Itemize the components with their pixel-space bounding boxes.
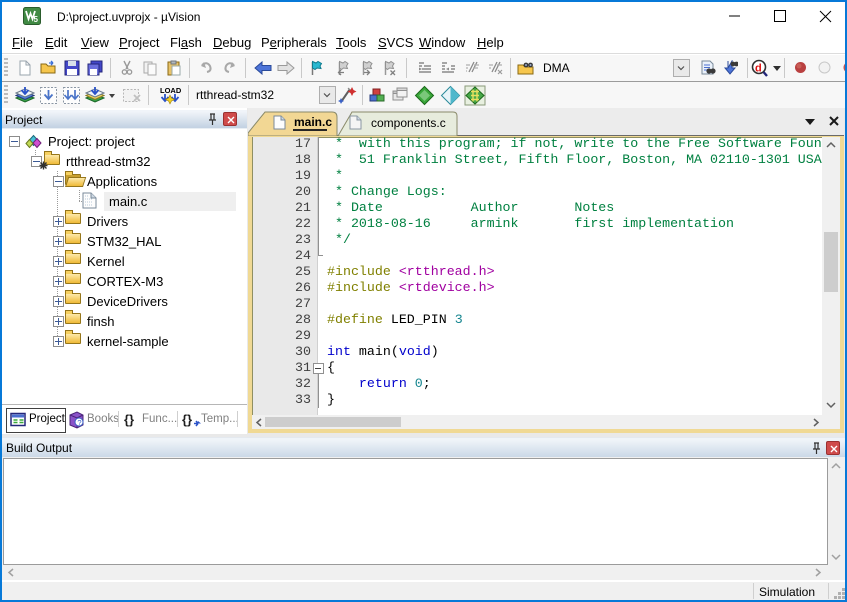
svg-text:d: d: [755, 63, 762, 75]
svg-text:LOAD: LOAD: [160, 86, 182, 95]
svg-text:5: 5: [34, 15, 39, 24]
svg-text:?: ?: [77, 418, 81, 427]
